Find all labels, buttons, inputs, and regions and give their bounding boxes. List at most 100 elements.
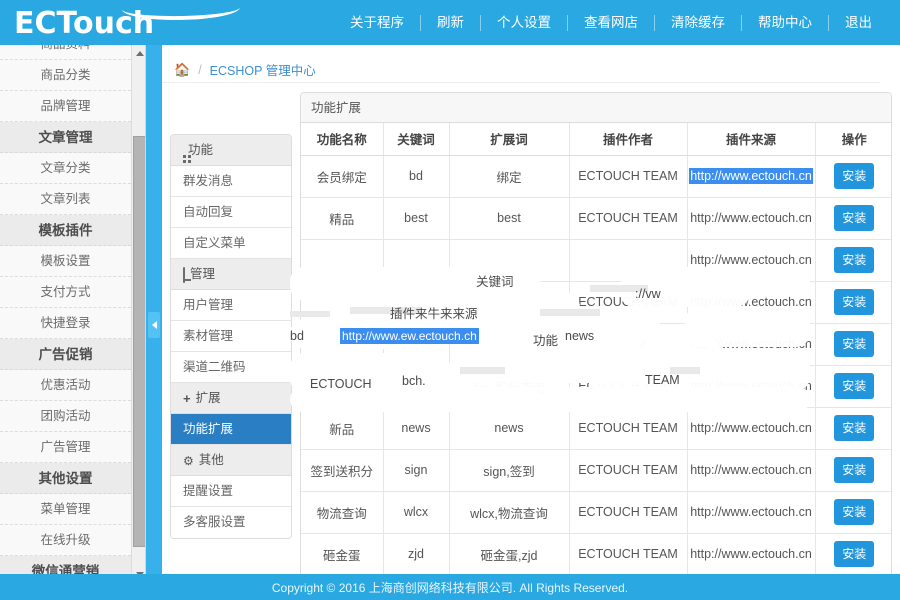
- sidebar-item-2[interactable]: 品牌管理: [0, 91, 131, 122]
- sidebar-item-8[interactable]: 支付方式: [0, 277, 131, 308]
- source-url[interactable]: http://www.ectouch.cn: [690, 211, 812, 225]
- cell-action: 安装: [815, 197, 891, 240]
- column-header-name: 功能名称: [301, 123, 384, 156]
- cell-source[interactable]: http://www.ectouch.cn: [687, 491, 816, 534]
- cell-action: 安装: [815, 155, 891, 198]
- cell-source[interactable]: http://www.ectouch.cn: [687, 281, 816, 324]
- breadcrumb-current[interactable]: ECSHOP 管理中心: [210, 60, 316, 79]
- scrollbar-thumb[interactable]: [133, 136, 145, 547]
- topnav-item-personal-settings[interactable]: 个人设置: [481, 14, 568, 31]
- sidebar-item-9[interactable]: 快捷登录: [0, 308, 131, 339]
- cell-source[interactable]: http://www.ectouch.cn: [687, 239, 816, 282]
- column-header-source: 插件来源: [687, 123, 816, 156]
- topnav-item-logout[interactable]: 退出: [829, 15, 890, 31]
- table-row: ECTOUCH TEAM http://www.ectouch.cn 安装: [301, 281, 891, 324]
- subnav-item-0-2[interactable]: 自定义菜单: [171, 228, 291, 259]
- subnav-section-3: ⚙ 其他: [171, 445, 291, 476]
- subnav-item-0-1[interactable]: 自动回复: [171, 197, 291, 228]
- install-button[interactable]: 安装: [834, 205, 875, 231]
- table-body: 会员绑定 bd 绑定 ECTOUCH TEAM http://www.ectouch.c…: [301, 155, 891, 576]
- left-sidebar: 商品资料商品分类品牌管理文章管理文章分类文章列表模板插件模板设置支付方式快捷登录…: [0, 45, 146, 582]
- source-url[interactable]: http://www.ectouch.cn: [690, 547, 812, 561]
- install-button[interactable]: 安装: [834, 247, 875, 273]
- sidebar-item-0[interactable]: 商品资料: [0, 45, 131, 60]
- sidebar-item-5[interactable]: 文章列表: [0, 184, 131, 215]
- sidebar-scrollbar[interactable]: [131, 45, 145, 582]
- cell-source[interactable]: http://www.ectouch.cn: [687, 365, 816, 408]
- subnav-item-1-2[interactable]: 渠道二维码: [171, 352, 291, 383]
- sidebar-item-12[interactable]: 团购活动: [0, 401, 131, 432]
- install-button[interactable]: 安装: [834, 289, 875, 315]
- cell-source[interactable]: http://www.ectouch.cn: [687, 533, 816, 576]
- table-header: 功能名称 关键词 扩展词 插件作者 插件来源 操作: [301, 123, 891, 156]
- source-url[interactable]: http://www.ectouch.cn: [690, 295, 812, 309]
- cell-name: 签到送积分: [301, 449, 384, 492]
- column-header-expand: 扩展词: [449, 123, 570, 156]
- cell-name: 积分查询: [301, 365, 384, 408]
- source-url[interactable]: http://www.ectouch.cn: [690, 379, 812, 393]
- cell-expand: 绑定: [449, 155, 570, 198]
- column-header-action: 操作: [815, 123, 891, 156]
- cell-name: [301, 239, 384, 282]
- cell-keyword: zjd: [383, 533, 450, 576]
- sidebar-item-13[interactable]: 广告管理: [0, 432, 131, 463]
- sidebar-item-15[interactable]: 菜单管理: [0, 494, 131, 525]
- breadcrumb: 🏠 / ECSHOP 管理中心: [162, 57, 880, 83]
- cell-source[interactable]: http://www.ectouch.cn: [687, 155, 816, 198]
- secondary-navigation: 功能 群发消息 自动回复 自定义菜单 管理 用户管理 素材管理 渠道二维码 + 扩展 功能扩展 ⚙ 其他…: [170, 134, 292, 539]
- source-url[interactable]: http://www.ectouch.cn: [690, 337, 812, 351]
- sidebar-item-1[interactable]: 商品分类: [0, 60, 131, 91]
- cell-name: 新品: [301, 407, 384, 450]
- install-button[interactable]: 安装: [834, 499, 875, 525]
- cell-author: ECTOUCH TEAM: [569, 407, 688, 450]
- source-url[interactable]: http://www.ectouch.cn: [690, 505, 812, 519]
- install-button[interactable]: 安装: [834, 457, 875, 483]
- cell-source[interactable]: http://www.ectouch.cn: [687, 407, 816, 450]
- source-url[interactable]: http://www.ectouch.cn: [690, 253, 812, 267]
- cell-source[interactable]: http://www.ectouch.cn: [687, 449, 816, 492]
- sidebar-collapse-button[interactable]: [148, 312, 160, 338]
- source-url[interactable]: http://www.ectouch.cn: [689, 168, 813, 184]
- sidebar-item-4[interactable]: 文章分类: [0, 153, 131, 184]
- topnav-item-refresh[interactable]: 刷新: [421, 14, 481, 31]
- sidebar-item-11[interactable]: 优惠活动: [0, 370, 131, 401]
- install-button[interactable]: 安装: [834, 331, 875, 357]
- subnav-item-3-1[interactable]: 多客服设置: [171, 507, 291, 538]
- sidebar-group-14: 其他设置: [0, 463, 131, 494]
- scrollbar-up-button[interactable]: [132, 45, 145, 61]
- source-url[interactable]: http://www.ectouch.cn: [690, 421, 812, 435]
- install-button[interactable]: 安装: [834, 415, 875, 441]
- cell-author: ECTOUCH TEAM: [569, 491, 688, 534]
- cell-source[interactable]: http://www.ectouch.cn: [687, 323, 816, 366]
- cell-action: 安装: [815, 449, 891, 492]
- cell-action: 安装: [815, 533, 891, 576]
- main-content: 🏠 / ECSHOP 管理中心 功能 群发消息 自动回复 自定义菜单 管理 用户管理 素材管…: [162, 45, 900, 582]
- source-url[interactable]: http://www.ectouch.cn: [690, 463, 812, 477]
- subnav-item-3-0[interactable]: 提醒设置: [171, 476, 291, 507]
- sidebar-group-3: 文章管理: [0, 122, 131, 153]
- subnav-item-0-0[interactable]: 群发消息: [171, 166, 291, 197]
- cell-keyword: [383, 281, 450, 324]
- cell-keyword: sign: [383, 449, 450, 492]
- table-header-row: 功能名称 关键词 扩展词 插件作者 插件来源 操作: [301, 123, 891, 156]
- brand-logo[interactable]: ECTouch: [14, 4, 264, 44]
- subnav-item-2-0[interactable]: 功能扩展: [171, 414, 291, 445]
- topnav-item-help-center[interactable]: 帮助中心: [742, 14, 829, 31]
- subnav-item-1-0[interactable]: 用户管理: [171, 290, 291, 321]
- topnav-item-clear-cache[interactable]: 清除缓存: [655, 14, 742, 31]
- cell-expand: [449, 323, 570, 366]
- install-button[interactable]: 安装: [834, 373, 875, 399]
- install-button[interactable]: 安装: [834, 163, 875, 189]
- topnav-item-about[interactable]: 关于程序: [334, 14, 421, 31]
- sidebar-item-16[interactable]: 在线升级: [0, 525, 131, 556]
- sidebar-item-7[interactable]: 模板设置: [0, 246, 131, 277]
- home-icon[interactable]: 🏠: [174, 62, 190, 78]
- cell-name: 精品: [301, 197, 384, 240]
- table-row: 积分查询 jfcx jfcx,积分查询 ECTOUCH TEAM http://www.…: [301, 365, 891, 408]
- cell-expand: [449, 281, 570, 324]
- cell-source[interactable]: http://www.ectouch.cn: [687, 197, 816, 240]
- subnav-item-1-1[interactable]: 素材管理: [171, 321, 291, 352]
- topnav-item-view-shop[interactable]: 查看网店: [568, 14, 655, 31]
- table-row: TEAM http://www.ectouch.cn 安装: [301, 323, 891, 366]
- install-button[interactable]: 安装: [834, 541, 875, 567]
